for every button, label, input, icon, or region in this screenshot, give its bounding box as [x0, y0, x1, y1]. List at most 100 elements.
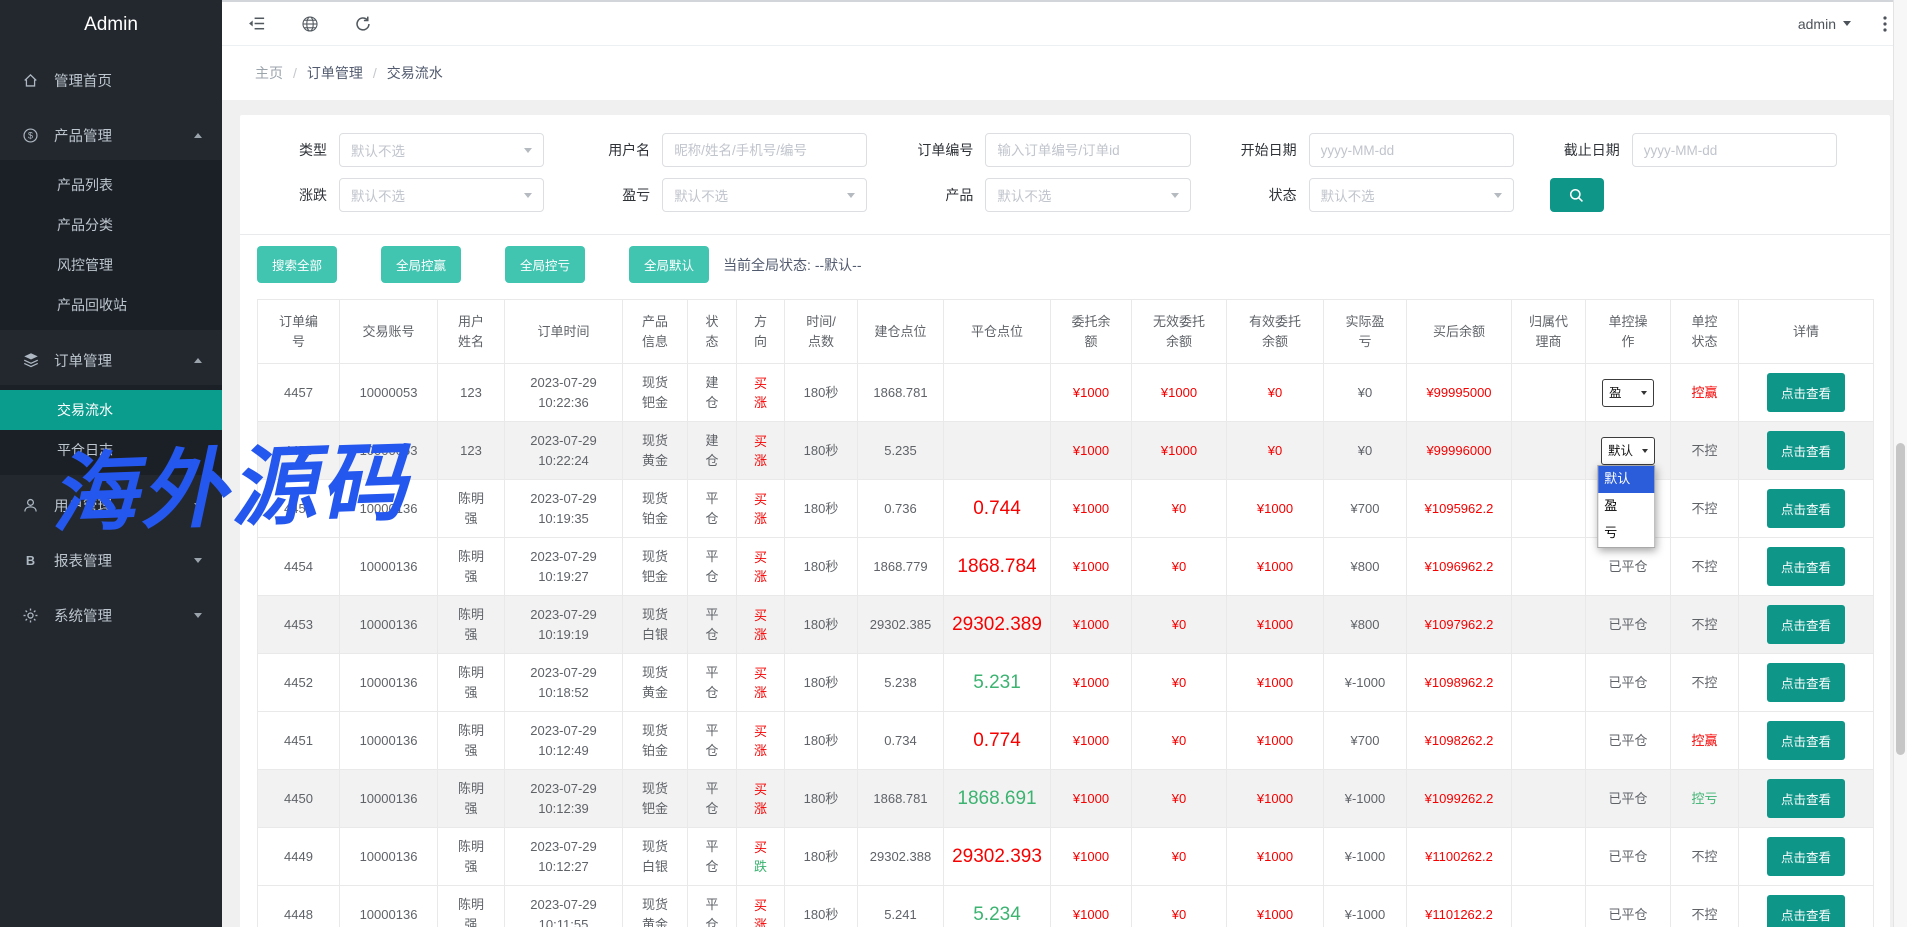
updown-select[interactable]: 默认不选: [339, 178, 544, 212]
status-select[interactable]: 默认不选: [1309, 178, 1514, 212]
control-text: 已平仓: [1608, 733, 1647, 748]
control-status-text: 不控: [1691, 907, 1717, 922]
control-status-text: 不控: [1691, 849, 1717, 864]
direction-char: 涨: [741, 509, 780, 528]
col-header: 建仓点位: [858, 300, 944, 364]
global-lose-button[interactable]: 全局控亏: [505, 246, 585, 283]
sidebar-item-product[interactable]: $产品管理: [0, 110, 222, 160]
view-detail-button[interactable]: 点击查看: [1767, 547, 1845, 586]
user-menu[interactable]: admin: [1798, 16, 1851, 32]
sidebar-item-label: 用户管理: [54, 495, 194, 516]
col-header: 产品 信息: [623, 300, 688, 364]
control-select[interactable]: 默认: [1601, 437, 1655, 465]
profit-loss-select[interactable]: 默认不选: [662, 178, 867, 212]
cell-invalid-entrust: ¥0: [1132, 828, 1227, 886]
end-date-input[interactable]: [1632, 133, 1837, 167]
sidebar-item-home[interactable]: 管理首页: [0, 55, 222, 105]
cell-account: 10000136: [340, 828, 438, 886]
cell-entrust-balance: ¥1000: [1051, 886, 1132, 927]
sidebar-item-report[interactable]: B报表管理: [0, 535, 222, 585]
control-status-text: 控赢: [1691, 733, 1717, 748]
cell-order-time: 2023-07-29 10:22:36: [505, 364, 623, 422]
global-default-button[interactable]: 全局默认: [629, 246, 709, 283]
scrollbar-thumb[interactable]: [1896, 443, 1905, 755]
sidebar-subitem-product-recycle[interactable]: 产品回收站: [0, 285, 222, 325]
cell-control: 盈: [1586, 364, 1671, 422]
cell-product: 现货 白银: [623, 596, 688, 654]
search-all-button[interactable]: 搜索全部: [257, 246, 337, 283]
globe-icon[interactable]: [301, 15, 319, 33]
order-no-input[interactable]: [985, 133, 1190, 167]
sidebar-subitem-product-category[interactable]: 产品分类: [0, 205, 222, 245]
control-status-text: 控亏: [1691, 791, 1717, 806]
cell-period: 180秒: [785, 828, 858, 886]
view-detail-button[interactable]: 点击查看: [1767, 837, 1845, 876]
global-win-button[interactable]: 全局控赢: [381, 246, 461, 283]
dropdown-option[interactable]: 默认: [1598, 466, 1654, 493]
cell-control: 已平仓: [1586, 886, 1671, 927]
sidebar-subitem-trade-flow[interactable]: 交易流水: [0, 390, 222, 430]
table-header-row: 订单编 号交易账号用户 姓名订单时间产品 信息状 态方 向时间/ 点数建仓点位平…: [258, 300, 1874, 364]
view-detail-button[interactable]: 点击查看: [1767, 895, 1845, 927]
cell-open-point: 1868.779: [858, 538, 944, 596]
col-header: 买后余额: [1407, 300, 1512, 364]
refresh-icon[interactable]: [354, 15, 372, 33]
dropdown-option[interactable]: 盈: [1598, 493, 1654, 520]
cell-period: 180秒: [785, 770, 858, 828]
view-detail-button[interactable]: 点击查看: [1767, 489, 1845, 528]
cell-control-status: 控赢: [1671, 364, 1739, 422]
cell-valid-entrust: ¥1000: [1227, 596, 1324, 654]
cell-user-name: 陈明 强: [438, 712, 505, 770]
control-select-value: 默认: [1608, 441, 1633, 461]
table-row: 445110000136陈明 强2023-07-29 10:12:49现货 铂金…: [258, 712, 1874, 770]
cell-actual-profit: ¥800: [1324, 538, 1407, 596]
cell-open-point: 29302.388: [858, 828, 944, 886]
topbar: admin: [222, 0, 1907, 46]
start-date-input[interactable]: [1309, 133, 1514, 167]
view-detail-button[interactable]: 点击查看: [1767, 721, 1845, 760]
view-detail-button[interactable]: 点击查看: [1767, 373, 1845, 412]
breadcrumb-item[interactable]: 主页: [255, 63, 283, 83]
type-select[interactable]: 默认不选: [339, 133, 544, 167]
sidebar-item-system[interactable]: 系统管理: [0, 590, 222, 640]
scrollbar-track[interactable]: [1893, 0, 1907, 927]
col-header: 时间/ 点数: [785, 300, 858, 364]
chevron-up-icon: [194, 358, 202, 363]
dropdown-option[interactable]: 亏: [1598, 520, 1654, 547]
table-row: 4456100000531232023-07-29 10:22:24现货 黄金建…: [258, 422, 1874, 480]
view-detail-button[interactable]: 点击查看: [1767, 605, 1845, 644]
username-input[interactable]: [662, 133, 867, 167]
view-detail-button[interactable]: 点击查看: [1767, 663, 1845, 702]
cell-account: 10000136: [340, 596, 438, 654]
cell-control-status: 控亏: [1671, 770, 1739, 828]
cell-status: 建 仓: [688, 422, 737, 480]
collapse-menu-icon[interactable]: [247, 14, 266, 33]
control-text: 已平仓: [1608, 849, 1647, 864]
search-button[interactable]: [1550, 178, 1604, 212]
cell-order-time: 2023-07-29 10:12:39: [505, 770, 623, 828]
control-select[interactable]: 盈: [1602, 379, 1654, 407]
control-dropdown: 默认盈亏: [1597, 465, 1655, 548]
cell-after-balance: ¥1098962.2: [1407, 654, 1512, 712]
filter-end-date: 截止日期: [1550, 133, 1873, 167]
sidebar-subitem-risk-manage[interactable]: 风控管理: [0, 245, 222, 285]
filter-label: 状态: [1227, 185, 1309, 205]
view-detail-button[interactable]: 点击查看: [1767, 779, 1845, 818]
cell-control: 默认默认盈亏: [1586, 422, 1671, 480]
chevron-down-icon: [1171, 193, 1179, 198]
sidebar-subitem-close-log[interactable]: 平仓日志: [0, 430, 222, 470]
cell-account: 10000136: [340, 712, 438, 770]
view-detail-button[interactable]: 点击查看: [1767, 431, 1845, 470]
table-row: 444810000136陈明 强2023-07-29 10:11:55现货 黄金…: [258, 886, 1874, 927]
direction-char: 涨: [741, 915, 780, 927]
kebab-vertical-icon[interactable]: [1883, 16, 1887, 32]
sidebar-item-user[interactable]: 用户管理: [0, 480, 222, 530]
select-value: 默认不选: [674, 185, 728, 205]
direction-char: 涨: [741, 625, 780, 644]
sidebar-subitem-product-list[interactable]: 产品列表: [0, 165, 222, 205]
sidebar-item-order[interactable]: 订单管理: [0, 335, 222, 385]
cell-entrust-balance: ¥1000: [1051, 712, 1132, 770]
filter-label: 产品: [903, 185, 985, 205]
table-row: 445010000136陈明 强2023-07-29 10:12:39现货 钯金…: [258, 770, 1874, 828]
product-select[interactable]: 默认不选: [985, 178, 1190, 212]
